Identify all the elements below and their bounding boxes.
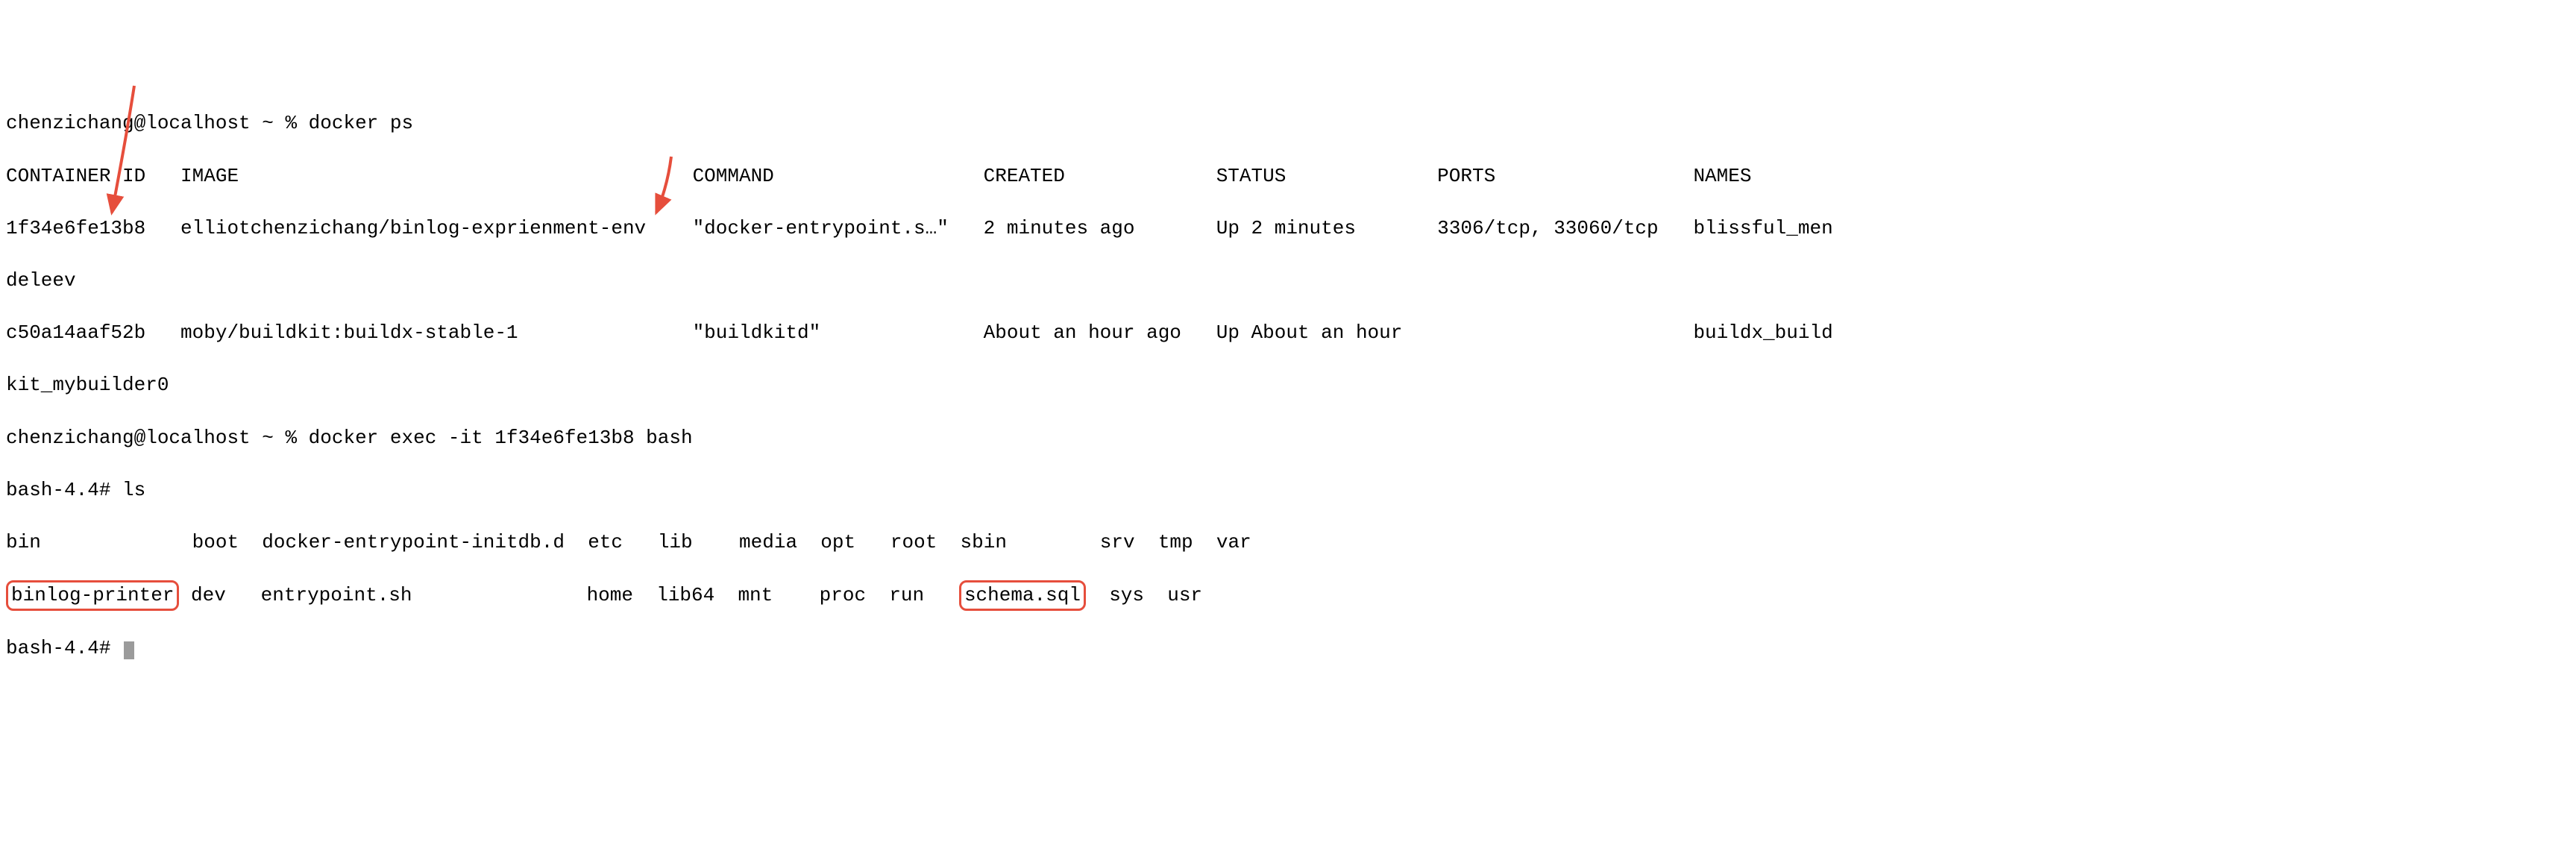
ps-row-1: 1f34e6fe13b8 elliotchenzichang/binlog-ex… [6,216,2570,242]
annotation-overlay [0,0,1342,298]
command: docker exec -it 1f34e6fe13b8 bash [309,427,693,449]
shell-prompt: chenzichang@localhost ~ % [6,112,309,134]
ps-row-2: c50a14aaf52b moby/buildkit:buildx-stable… [6,320,2570,346]
cursor-icon [124,641,134,659]
bash-prompt-idle[interactable]: bash-4.4# [6,635,2570,662]
ls-output-row-1: bin boot docker-entrypoint-initdb.d etc … [6,530,2570,556]
highlighted-file-binlog-printer: binlog-printer [6,580,179,611]
ps-header: CONTAINER ID IMAGE COMMAND CREATED STATU… [6,163,2570,189]
cmd-line-3: bash-4.4# ls [6,477,2570,503]
highlighted-file-schema-sql: schema.sql [959,580,1086,611]
bash-prompt: bash-4.4# [6,479,122,501]
ls-output-row-2: binlog-printer dev entrypoint.sh home li… [6,582,2570,609]
command: ls [122,479,145,501]
command: docker ps [309,112,413,134]
ps-row-1-wrap: deleev [6,268,2570,294]
cmd-line-1: chenzichang@localhost ~ % docker ps [6,110,2570,136]
cmd-line-2: chenzichang@localhost ~ % docker exec -i… [6,425,2570,451]
arrow-to-binlog-printer-icon [112,86,134,213]
shell-prompt: chenzichang@localhost ~ % [6,427,309,449]
ps-row-2-wrap: kit_mybuilder0 [6,372,2570,398]
